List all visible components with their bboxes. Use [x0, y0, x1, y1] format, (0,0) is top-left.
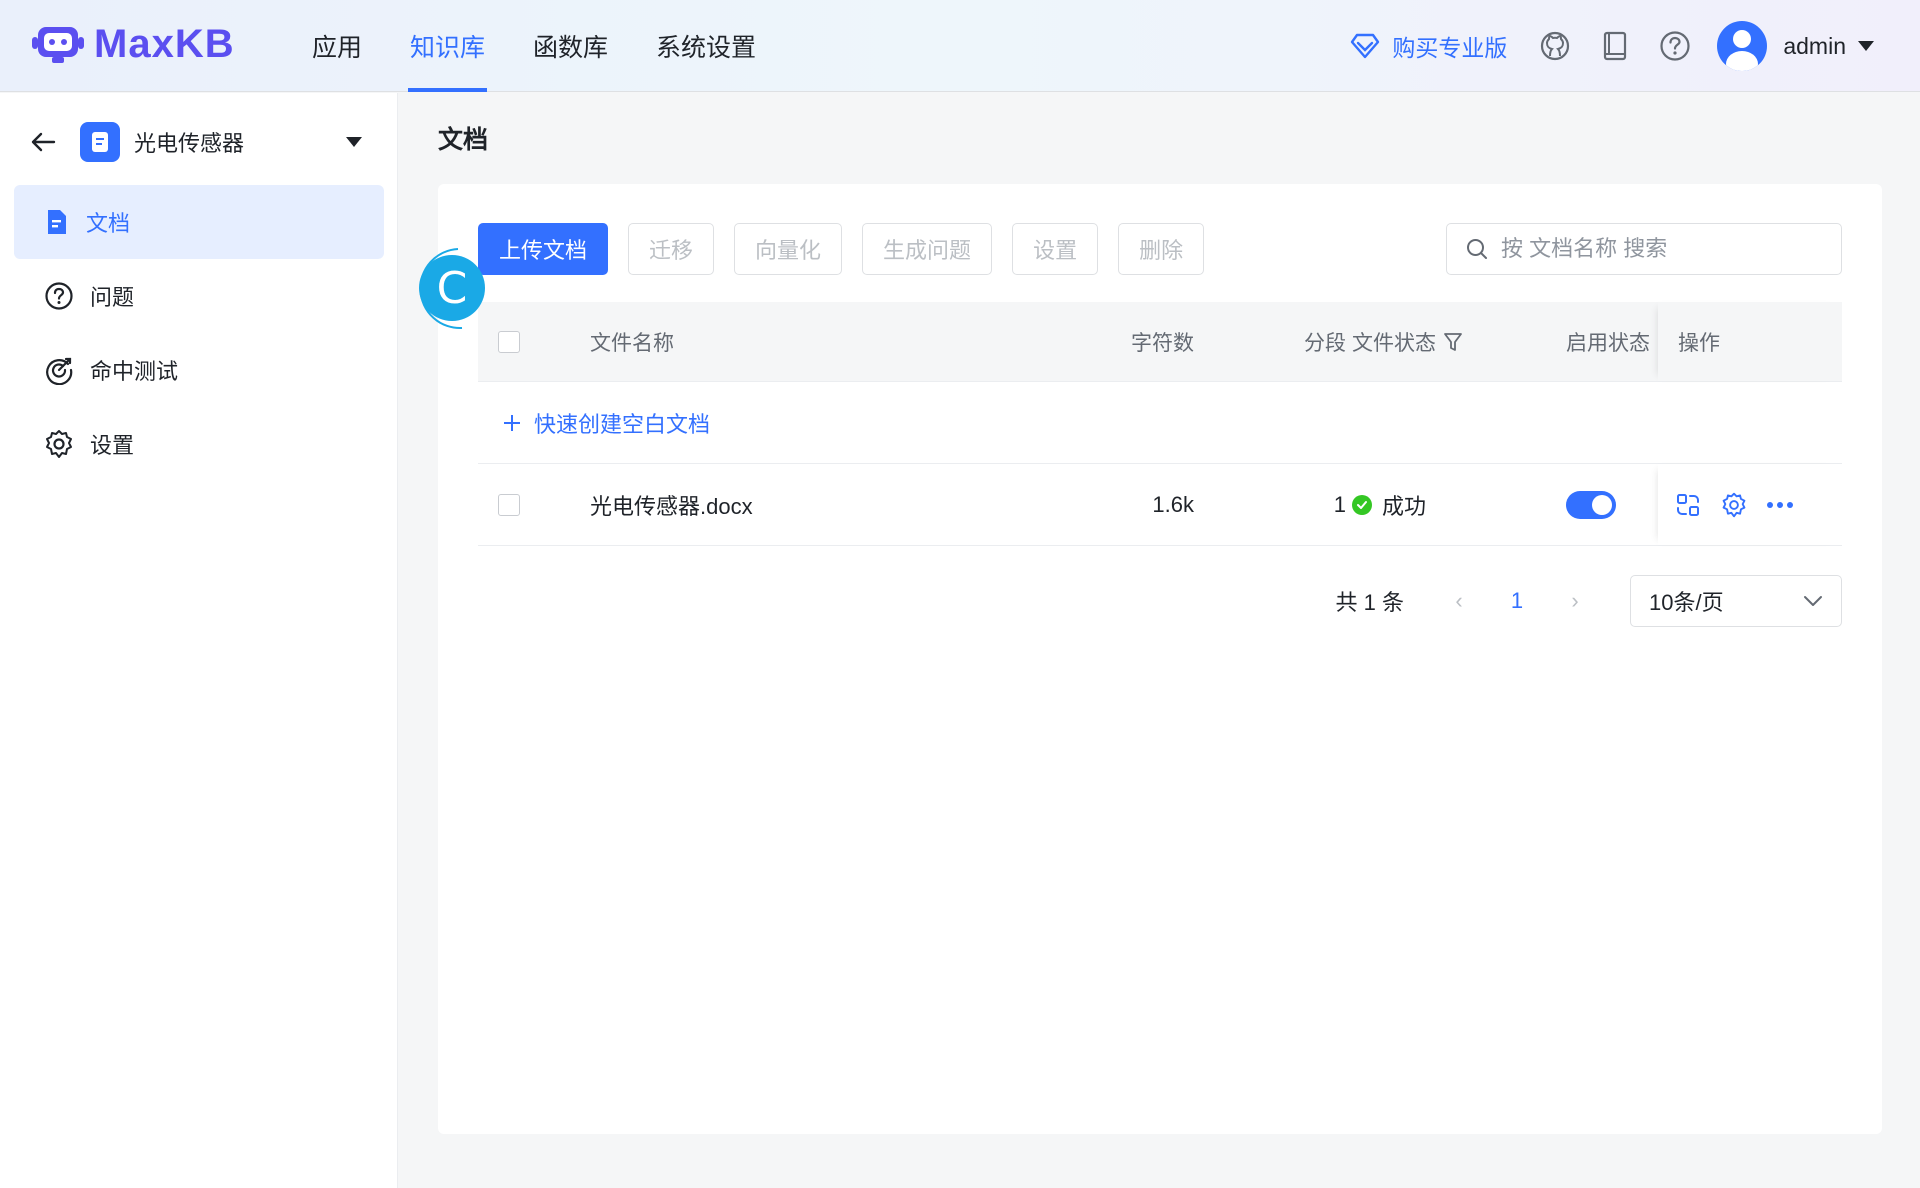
search-input[interactable]: [1501, 236, 1831, 262]
kb-name: 光电传感器: [134, 131, 245, 156]
col-char-count: 字符数: [1131, 331, 1194, 355]
page-size-select[interactable]: 10条/页: [1630, 575, 1842, 627]
table-header: 文件名称 字符数 分段 文件状态 启用状态 操作: [478, 302, 1842, 382]
row-char-count: 1.6k: [1152, 491, 1194, 517]
nav-apps[interactable]: 应用: [300, 0, 374, 92]
sidebar-item-label: 文档: [86, 211, 131, 236]
search-box[interactable]: [1446, 223, 1842, 275]
quick-create-link[interactable]: 快速创建空白文档: [502, 407, 710, 439]
sidebar-item-label: 问题: [90, 285, 135, 310]
plus-icon: [504, 414, 520, 431]
total-count: 共 1 条: [1335, 590, 1404, 615]
settings-button[interactable]: 设置: [1012, 223, 1099, 275]
toolbar: 上传文档 迁移 向量化 生成问题 设置 删除: [478, 223, 1224, 275]
enable-toggle[interactable]: [1566, 490, 1616, 519]
caret-down-icon: [1858, 41, 1874, 51]
search-icon: [1467, 239, 1487, 259]
col-file-status-label: 文件状态: [1352, 331, 1436, 355]
nav-knowledge[interactable]: 知识库: [398, 0, 497, 92]
sidebar: 光电传感器 文档 问题 命中测试 设置: [0, 93, 398, 1188]
quick-create-label: 快速创建空白文档: [534, 411, 711, 437]
documents-table: 文件名称 字符数 分段 文件状态 启用状态 操作 快速创建空白文档 光电传感器.…: [478, 302, 1842, 546]
sidebar-item-settings[interactable]: 设置: [14, 407, 384, 481]
col-enable-status: 启用状态: [1566, 331, 1650, 355]
chevron-down-icon: [1804, 596, 1822, 606]
top-nav: 应用 知识库 函数库 系统设置: [300, 0, 792, 92]
top-header: MaxKB 应用 知识库 函数库 系统设置 购买专业版 admin: [0, 0, 1920, 92]
username: admin: [1783, 32, 1846, 59]
target-icon: [46, 357, 73, 385]
pagination: 共 1 条 ‹ 1 › 10条/页: [1336, 575, 1842, 627]
actions-column-shadow: [1658, 464, 1842, 545]
kb-icon: [80, 122, 120, 162]
help-icon[interactable]: [1657, 28, 1693, 64]
sidebar-item-questions[interactable]: 问题: [14, 259, 384, 333]
page-number[interactable]: 1: [1492, 588, 1542, 614]
row-file-name[interactable]: 光电传感器.docx: [590, 489, 753, 521]
next-page-icon[interactable]: ›: [1560, 588, 1590, 614]
upload-document-button[interactable]: 上传文档: [478, 223, 609, 275]
document-panel: 上传文档 迁移 向量化 生成问题 设置 删除 文件名称 字符数 分段 文件状态: [438, 184, 1882, 1134]
brand-name: MaxKB: [94, 22, 235, 66]
cursor-letter: C: [436, 262, 468, 314]
row-segments: 1: [1333, 491, 1346, 517]
book-icon[interactable]: [1597, 28, 1633, 64]
prev-page-icon[interactable]: ‹: [1444, 588, 1474, 614]
document-icon: [48, 210, 66, 234]
row-select-cell: [498, 493, 520, 516]
migrate-button[interactable]: 迁移: [628, 223, 715, 275]
actions-column-shadow: [1658, 302, 1842, 381]
page-title: 文档: [438, 126, 489, 154]
success-check-icon: [1352, 494, 1372, 515]
robot-logo-icon: [32, 23, 84, 67]
row-checkbox[interactable]: [498, 493, 520, 516]
col-segments: 分段: [1304, 331, 1346, 355]
sidebar-item-label: 设置: [90, 433, 135, 458]
generate-questions-button[interactable]: 生成问题: [862, 223, 993, 275]
select-all-cell: [498, 330, 520, 353]
side-menu: 文档 问题 命中测试 设置: [14, 185, 384, 481]
sidebar-item-documents[interactable]: 文档: [14, 185, 384, 259]
gear-icon: [46, 430, 72, 458]
page-size-label: 10条/页: [1649, 590, 1724, 615]
row-enable-cell: [1566, 490, 1616, 519]
kb-dropdown-caret-icon[interactable]: [346, 137, 362, 147]
col-file-name: 文件名称: [590, 331, 674, 355]
filter-icon[interactable]: [1442, 331, 1464, 353]
header-actions: 购买专业版 admin: [1350, 0, 1920, 92]
row-status-label: 成功: [1382, 493, 1427, 519]
sidebar-item-label: 命中测试: [90, 359, 179, 384]
avatar: [1717, 21, 1768, 71]
nav-system-settings[interactable]: 系统设置: [644, 0, 768, 92]
user-menu[interactable]: admin: [1717, 21, 1882, 71]
cursor-indicator: C: [408, 244, 490, 334]
table-row[interactable]: 光电传感器.docx 1.6k 1 成功: [478, 464, 1842, 546]
sidebar-item-hit-test[interactable]: 命中测试: [14, 333, 384, 407]
logo[interactable]: MaxKB: [32, 22, 235, 67]
diamond-icon: [1351, 33, 1380, 59]
nav-functions[interactable]: 函数库: [521, 0, 620, 92]
col-file-status: 文件状态: [1352, 327, 1464, 357]
buy-pro-label: 购买专业版: [1392, 35, 1508, 61]
select-all-checkbox[interactable]: [498, 330, 520, 353]
question-icon: [45, 282, 73, 310]
github-icon[interactable]: [1537, 28, 1573, 64]
delete-button[interactable]: 删除: [1118, 223, 1205, 275]
quick-create-row: 快速创建空白文档: [478, 382, 1842, 464]
buy-pro-link[interactable]: 购买专业版: [1350, 29, 1507, 63]
kb-switcher: 光电传感器: [28, 119, 370, 165]
vectorize-button[interactable]: 向量化: [734, 223, 843, 275]
back-arrow-icon[interactable]: [28, 127, 58, 157]
row-file-status: 成功: [1352, 489, 1426, 521]
